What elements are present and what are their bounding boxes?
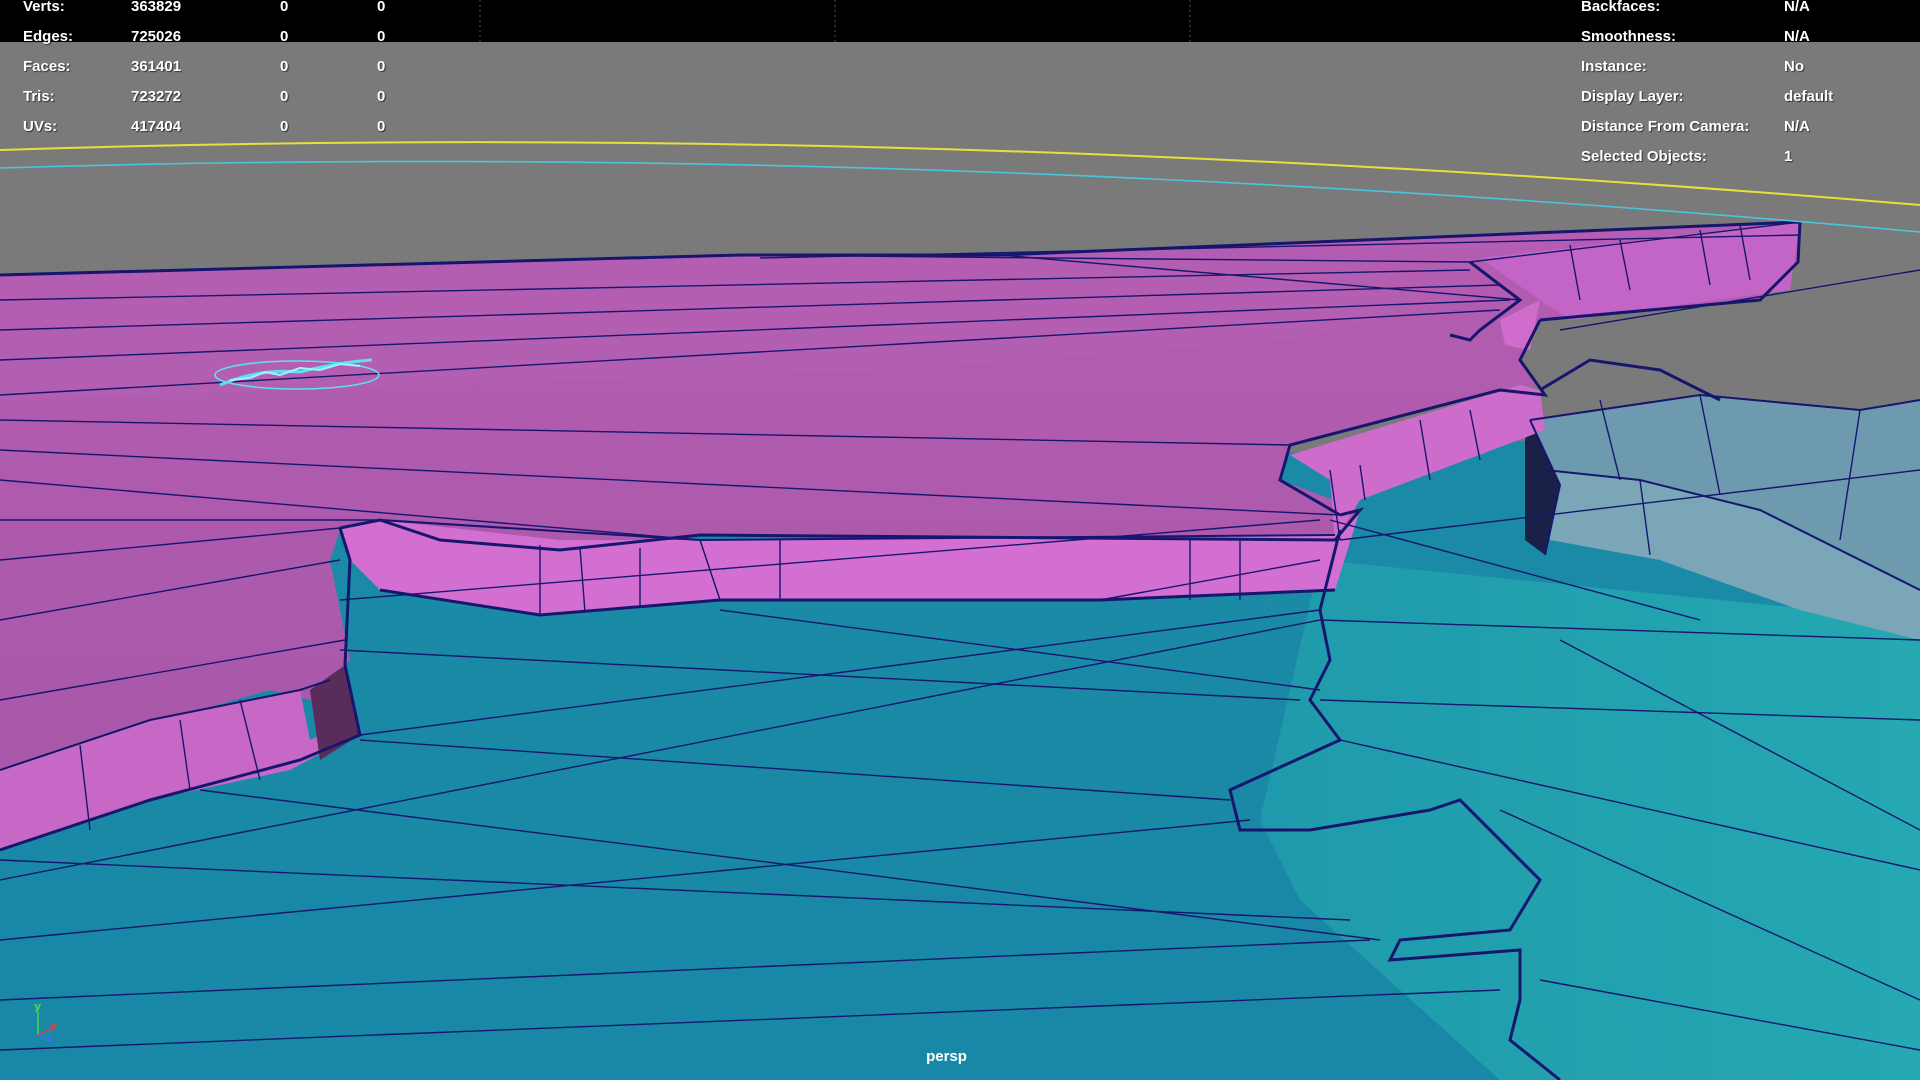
info-label: Selected Objects: xyxy=(1581,148,1707,165)
hud-info-row: Display Layer: default xyxy=(0,88,1920,106)
info-value: N/A xyxy=(1784,0,1810,15)
axis-gizmo: y x z xyxy=(30,1000,70,1045)
info-value: N/A xyxy=(1784,118,1810,135)
hud-info-row: Distance From Camera: N/A xyxy=(0,118,1920,136)
camera-name-label: persp xyxy=(926,1048,967,1065)
perspective-viewport[interactable]: Verts: 363829 0 0 Edges: 725026 0 0 Face… xyxy=(0,0,1920,1080)
info-value: No xyxy=(1784,58,1804,75)
hud-info-row: Instance: No xyxy=(0,58,1920,76)
hud-object-info: Backfaces: N/A Smoothness: N/A Instance:… xyxy=(0,0,1920,170)
info-label: Display Layer: xyxy=(1581,88,1684,105)
hud-info-row: Smoothness: N/A xyxy=(0,28,1920,46)
info-value: default xyxy=(1784,88,1834,105)
info-value: N/A xyxy=(1784,28,1810,45)
hud-info-row: Selected Objects: 1 xyxy=(0,148,1920,166)
info-label: Instance: xyxy=(1581,58,1647,75)
info-label: Distance From Camera: xyxy=(1581,118,1750,135)
hud-info-row: Backfaces: N/A xyxy=(0,0,1920,16)
axis-z-label: z xyxy=(46,1031,53,1044)
axis-y-label: y xyxy=(34,1000,42,1013)
info-label: Smoothness: xyxy=(1581,28,1677,45)
info-value: 1 xyxy=(1784,148,1793,165)
info-label: Backfaces: xyxy=(1581,0,1661,15)
